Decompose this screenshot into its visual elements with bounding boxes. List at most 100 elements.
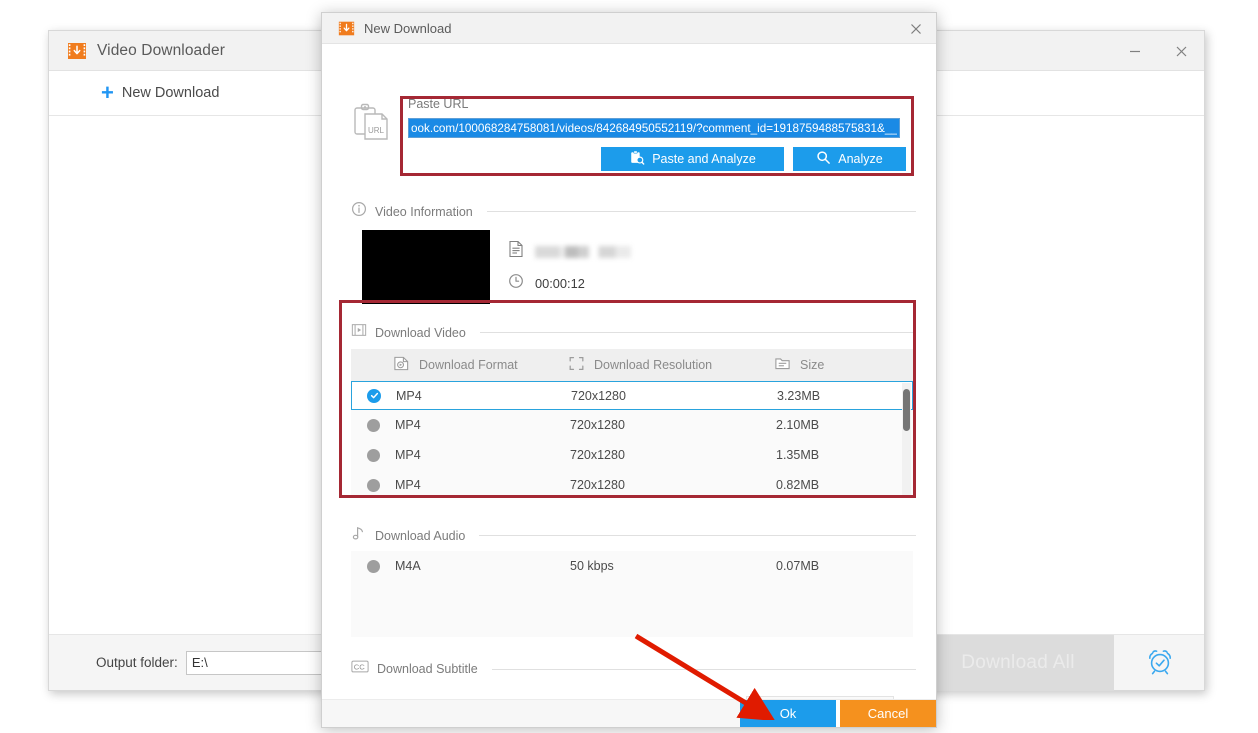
radio-icon [366,559,380,573]
cell-format: MP4 [395,478,421,492]
new-download-dialog: New Download URL Paste URL ook.com/10006… [321,12,937,728]
close-icon[interactable] [896,13,936,44]
screen: Video Downloader + New Download Output f… [0,0,1258,733]
download-video-table: Download Format Download Resolution Size… [351,349,913,498]
video-thumbnail [362,230,490,304]
row-radio[interactable] [351,478,395,492]
cell-format: MP4 [396,388,422,403]
cell-resolution: 720x1280 [570,418,625,432]
svg-text:CC: CC [354,663,366,672]
url-input[interactable] [408,118,900,138]
section-divider [479,332,916,333]
cell-format: MP4 [395,448,421,462]
video-duration: 00:00:12 [535,276,585,291]
dialog-footer: Ok Cancel [322,699,936,727]
film-icon [351,322,367,343]
new-download-button[interactable]: + New Download [101,82,219,104]
file-size-icon [774,355,791,375]
scrollbar-thumb[interactable] [903,389,910,431]
url-actions: Paste and Analyze Analyze [408,147,906,171]
dialog-content: URL Paste URL ook.com/100068284758081/vi… [322,44,936,699]
close-icon[interactable] [1158,31,1204,71]
cell-size: 0.07MB [776,559,820,573]
paste-and-analyze-label: Paste and Analyze [652,152,756,166]
cell-size: 0.82MB [776,478,820,492]
background-window-title: Video Downloader [97,41,225,59]
paste-url-group: Paste URL Paste and Analyze [408,97,906,171]
row-radio-selected[interactable] [352,388,396,403]
download-all-button[interactable]: Download All [922,635,1114,691]
media-format-icon [393,355,410,375]
resolution-frame-icon [568,355,585,375]
download-audio-header: Download Audio [351,525,916,546]
clock-icon [508,273,524,294]
table-row[interactable]: MP4 720x1280 1.35MB [351,440,913,470]
download-subtitle-label: Download Subtitle [377,662,478,676]
radio-icon [366,478,380,492]
document-icon [508,240,524,263]
video-table-scrollbar[interactable] [902,383,911,496]
download-video-header: Download Video [351,322,916,343]
table-row[interactable]: M4A 50 kbps 0.07MB [351,551,913,581]
cc-icon: CC [351,659,369,679]
download-video-label: Download Video [375,325,466,340]
download-subtitle-header: CC Download Subtitle [351,659,916,679]
section-divider [491,668,916,670]
radio-icon [366,418,380,432]
background-window-controls [1112,31,1204,71]
plus-icon: + [101,80,114,105]
column-header-format-label: Download Format [419,358,518,372]
music-note-icon [351,525,367,546]
info-icon [351,201,367,222]
svg-text:URL: URL [368,126,385,135]
row-radio[interactable] [351,418,395,432]
cell-resolution: 720x1280 [570,478,625,492]
table-row[interactable]: MP4 720x1280 0.82MB [351,470,913,498]
cell-bitrate: 50 kbps [570,559,614,573]
table-row[interactable]: MP4 720x1280 3.23MB [351,381,913,410]
video-table-header: Download Format Download Resolution Size [351,349,913,381]
clipboard-url-icon: URL [351,102,391,149]
cell-resolution: 720x1280 [570,448,625,462]
video-information-label: Video Information [375,204,473,219]
column-header-format: Download Format [393,355,568,375]
cell-size: 3.23MB [777,388,821,403]
column-header-resolution-label: Download Resolution [594,358,713,372]
video-name-redacted [535,245,631,258]
output-folder-label: Output folder: [96,655,178,670]
download-audio-table: M4A 50 kbps 0.07MB [351,551,913,637]
analyze-button[interactable]: Analyze [793,147,906,171]
video-download-film-icon [338,20,355,37]
ok-button[interactable]: Ok [740,700,836,727]
column-header-size-label: Size [800,358,825,372]
cancel-button[interactable]: Cancel [840,700,936,727]
radio-icon [366,448,380,462]
alarm-clock-icon [1145,646,1175,681]
cell-resolution: 720x1280 [571,388,626,403]
row-radio[interactable] [351,559,395,573]
magnifier-icon [816,150,831,168]
column-header-size: Size [774,355,884,375]
table-row[interactable]: MP4 720x1280 2.10MB [351,410,913,440]
analyze-label: Analyze [838,152,883,166]
video-name-row [508,240,631,263]
paste-url-label: Paste URL [408,97,469,111]
new-download-label: New Download [121,85,220,101]
minimize-icon[interactable] [1112,31,1158,71]
dialog-title: New Download [364,20,452,36]
section-divider [479,535,916,536]
cell-format: MP4 [395,418,421,432]
column-header-resolution: Download Resolution [568,355,774,375]
check-icon [367,388,381,403]
cell-size: 2.10MB [776,418,820,432]
video-download-film-icon [67,41,87,61]
download-audio-label: Download Audio [375,528,466,543]
cell-size: 1.35MB [776,448,820,462]
dialog-titlebar: New Download [322,13,936,44]
cell-format: M4A [395,559,421,573]
video-duration-row: 00:00:12 [508,273,585,294]
row-radio[interactable] [351,448,395,462]
paste-and-analyze-button[interactable]: Paste and Analyze [601,147,784,171]
scheduler-button[interactable] [1128,635,1192,691]
video-information-header: Video Information [351,201,916,222]
